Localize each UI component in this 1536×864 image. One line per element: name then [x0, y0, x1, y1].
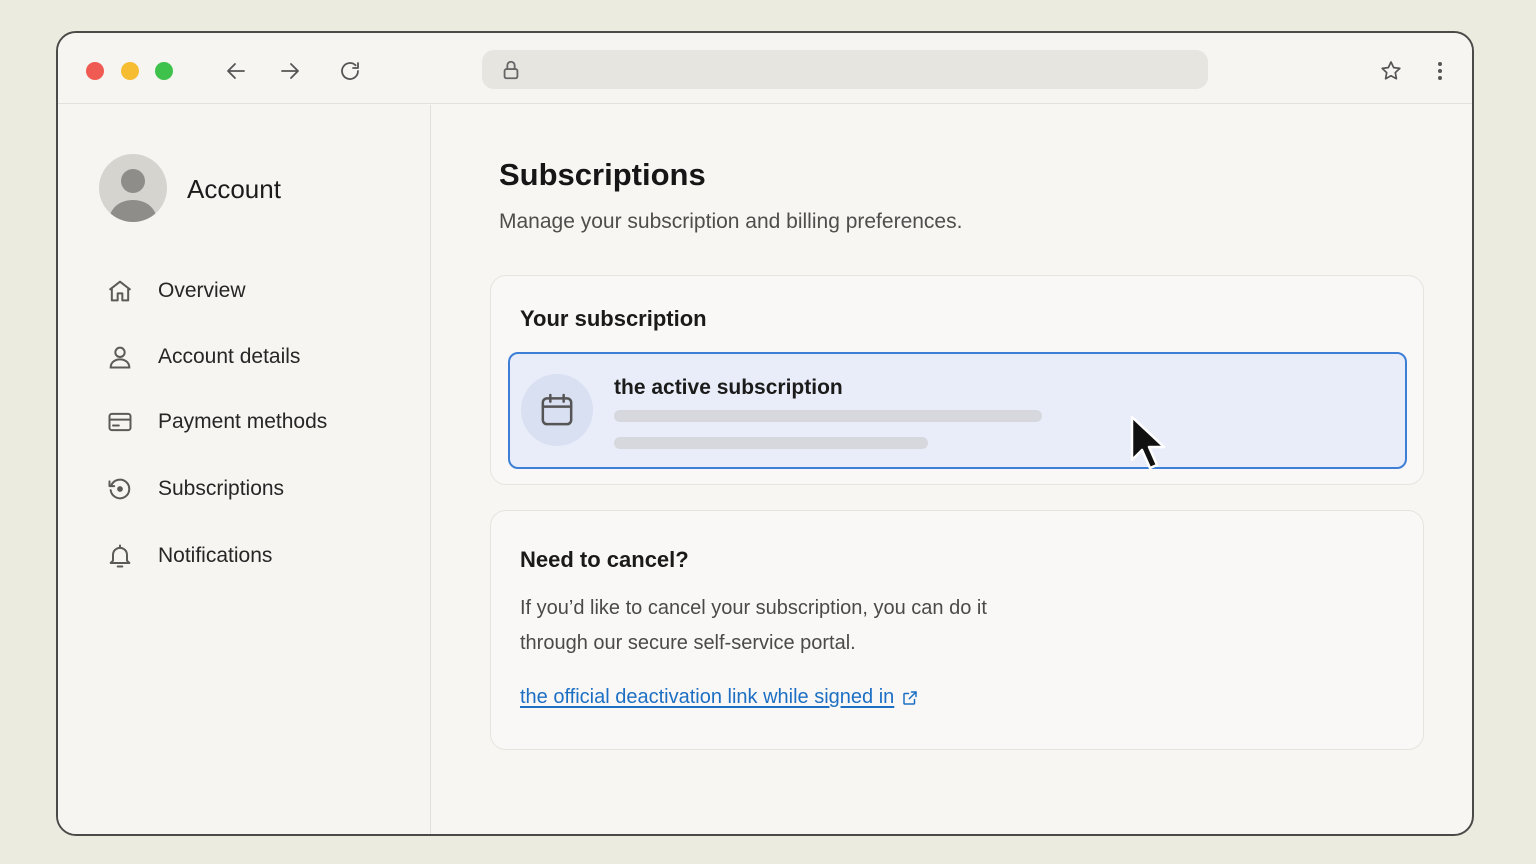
- subscription-cycle-icon: [104, 473, 136, 505]
- subscription-name: the active subscription: [614, 376, 843, 399]
- cancel-body-line: through our secure self-service portal.: [520, 632, 856, 654]
- cancel-body-line: If you’d like to cancel your subscriptio…: [520, 597, 987, 619]
- reload-icon[interactable]: [335, 56, 365, 86]
- browser-window: Account Overview Account details Payment…: [56, 31, 1474, 836]
- sidebar-item-label: Account details: [158, 345, 301, 368]
- more-vertical-icon[interactable]: [1425, 56, 1455, 86]
- credit-card-icon: [104, 406, 136, 438]
- sidebar-item-account-details[interactable]: Account details: [104, 337, 300, 377]
- deactivation-link-label: the official deactivation link while sig…: [520, 686, 895, 708]
- placeholder-line: [614, 437, 928, 449]
- cancel-card-body: If you’d like to cancel your subscriptio…: [520, 591, 1080, 661]
- external-link-icon: [903, 690, 918, 705]
- main-content: Subscriptions Manage your subscription a…: [432, 105, 1472, 834]
- sidebar-item-payment-methods[interactable]: Payment methods: [104, 402, 327, 442]
- page-subtitle: Manage your subscription and billing pre…: [499, 210, 963, 233]
- home-icon: [104, 275, 136, 307]
- sidebar-item-subscriptions[interactable]: Subscriptions: [104, 469, 284, 509]
- active-subscription-item[interactable]: the active subscription: [508, 352, 1407, 469]
- cancel-card-title: Need to cancel?: [520, 547, 689, 572]
- sidebar-item-label: Subscriptions: [158, 477, 285, 500]
- subscription-card-title: Your subscription: [520, 306, 707, 331]
- avatar[interactable]: [99, 154, 167, 222]
- maximize-window-button[interactable]: [155, 62, 173, 80]
- sidebar-item-notifications[interactable]: Notifications: [104, 536, 272, 576]
- close-window-button[interactable]: [86, 62, 104, 80]
- sidebar-item-label: Payment methods: [158, 410, 328, 433]
- calendar-icon: [521, 374, 593, 446]
- user-icon: [104, 341, 136, 373]
- sidebar: Account Overview Account details Payment…: [58, 105, 431, 834]
- lock-icon: [500, 59, 522, 81]
- placeholder-line: [614, 410, 1042, 422]
- browser-toolbar: [58, 33, 1472, 104]
- arrow-right-icon[interactable]: [275, 56, 305, 86]
- star-icon[interactable]: [1376, 56, 1406, 86]
- address-bar[interactable]: [482, 50, 1208, 89]
- minimize-window-button[interactable]: [121, 62, 139, 80]
- bell-icon: [104, 540, 136, 572]
- deactivation-link[interactable]: the official deactivation link while sig…: [520, 686, 919, 709]
- subscription-card: Your subscription the active subscriptio…: [490, 275, 1424, 485]
- sidebar-item-label: Overview: [158, 279, 246, 302]
- mouse-cursor-icon: [1130, 415, 1166, 470]
- arrow-left-icon[interactable]: [221, 56, 251, 86]
- user-avatar-icon: [109, 169, 157, 222]
- page-title: Subscriptions: [499, 157, 706, 192]
- cancel-card: Need to cancel? If you’d like to cancel …: [490, 510, 1424, 750]
- sidebar-item-label: Notifications: [158, 544, 273, 567]
- sidebar-title: Account: [187, 174, 281, 204]
- sidebar-item-overview[interactable]: Overview: [104, 271, 246, 311]
